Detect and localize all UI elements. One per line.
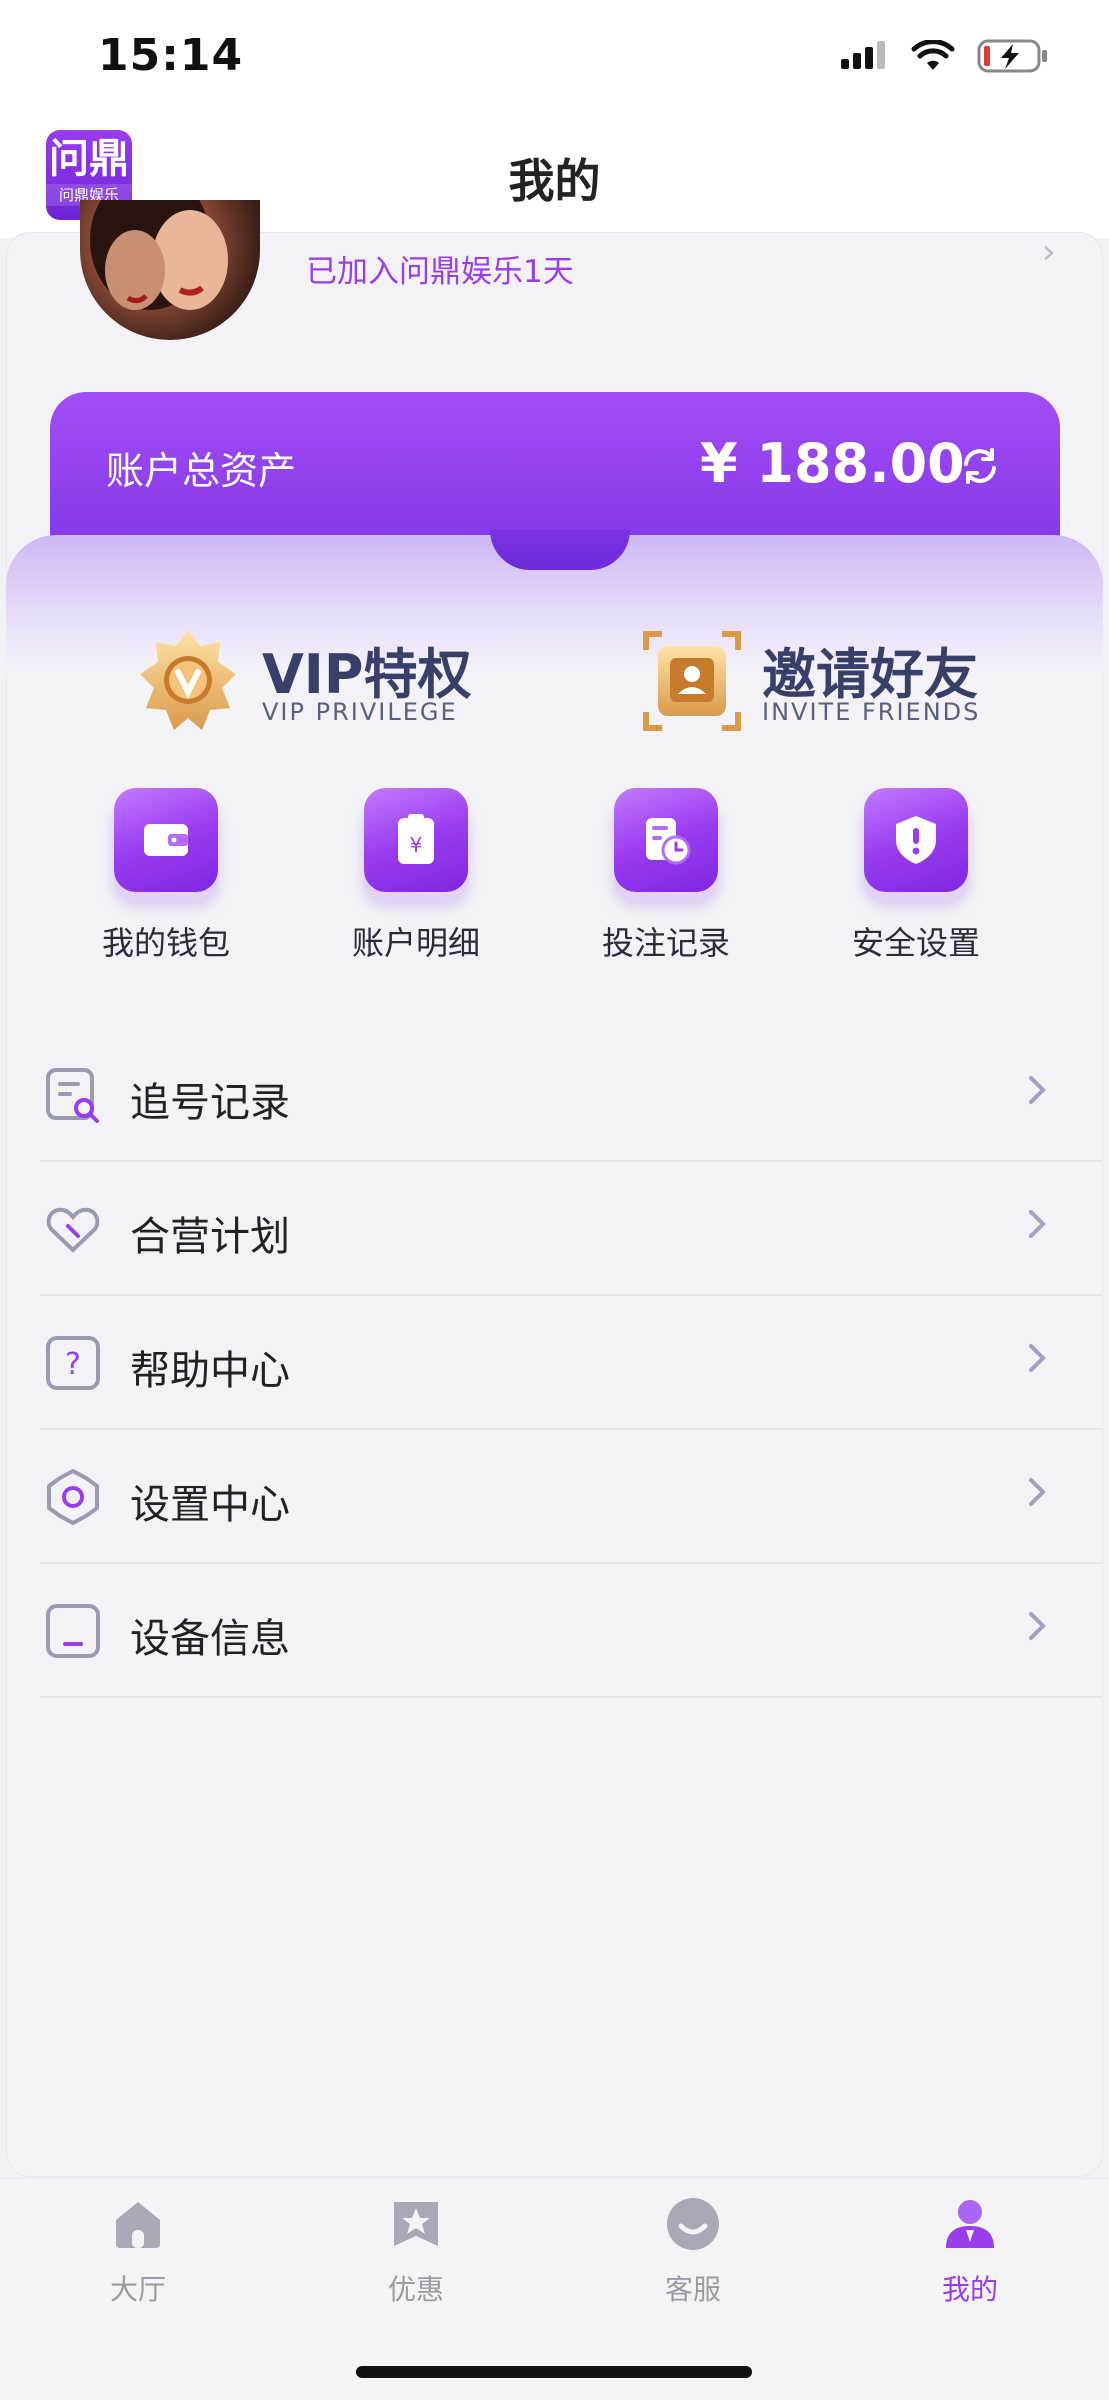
svg-text:?: ?: [65, 1347, 81, 1382]
invite-friends-subtitle: INVITE FRIENDS: [762, 698, 981, 726]
tab-promotions[interactable]: 优惠: [336, 2196, 496, 2308]
status-time: 15:14: [98, 30, 244, 81]
gear-icon: [47, 1469, 99, 1525]
menu-label: 合营计划: [130, 1214, 290, 1260]
tab-label: 大厅: [109, 2273, 166, 2306]
search-record-icon: [46, 1068, 99, 1123]
bill-icon: ¥: [364, 788, 468, 892]
menu-item-chase-record[interactable]: 追号记录: [40, 1028, 1103, 1162]
invite-friends-icon[interactable]: [640, 628, 744, 734]
quick-action-bet-record[interactable]: 投注记录: [566, 788, 766, 964]
menu-label: 追号记录: [130, 1080, 290, 1126]
quick-action-account-detail[interactable]: ¥ 账户明细: [316, 788, 516, 964]
refresh-icon[interactable]: [958, 444, 1002, 488]
menu-label: 帮助中心: [130, 1348, 290, 1394]
asset-label: 账户总资产: [106, 449, 297, 493]
quick-action-security[interactable]: 安全设置: [816, 788, 1016, 964]
tab-label: 我的: [941, 2273, 998, 2306]
menu-label: 设备信息: [130, 1616, 290, 1662]
tab-lobby[interactable]: 大厅: [58, 2196, 218, 2308]
chevron-right-icon: [1029, 1076, 1046, 1104]
menu-label: 设置中心: [130, 1482, 290, 1528]
menu-item-device-info[interactable]: 设备信息: [40, 1564, 1103, 1698]
chevron-right-icon: [1029, 1210, 1046, 1238]
chevron-right-icon: [1029, 1344, 1046, 1372]
menu-item-help-center[interactable]: ? 帮助中心: [40, 1296, 1103, 1430]
help-icon: ?: [46, 1336, 100, 1390]
svg-text:¥: ¥: [410, 833, 423, 857]
tab-mine[interactable]: 我的: [890, 2196, 1050, 2308]
quick-action-label: 安全设置: [851, 924, 980, 962]
menu-item-partnership-plan[interactable]: 合营计划: [40, 1162, 1103, 1296]
tab-label: 客服: [664, 2273, 721, 2306]
chevron-right-icon: [1029, 1612, 1046, 1640]
handshake-icon: [46, 1207, 100, 1253]
profile-chevron-icon[interactable]: ›: [1042, 232, 1056, 272]
bet-record-icon: [614, 788, 718, 892]
asset-value: ¥ 188.00: [700, 432, 965, 495]
user-icon: [946, 2200, 994, 2248]
quick-action-label: 我的钱包: [101, 924, 230, 962]
quick-action-label: 投注记录: [601, 924, 730, 962]
joined-days-text: 已加入问鼎娱乐1天: [306, 254, 574, 290]
battery-icon: [977, 39, 1047, 73]
wallet-icon: [114, 788, 218, 892]
vip-privilege-subtitle: VIP PRIVILEGE: [262, 698, 458, 726]
status-icons: [839, 38, 1049, 74]
quick-action-wallet[interactable]: 我的钱包: [66, 788, 266, 964]
menu-item-settings-center[interactable]: 设置中心: [40, 1430, 1103, 1564]
banner-notch: [490, 530, 630, 570]
quick-action-label: 账户明细: [351, 924, 480, 962]
home-indicator: [356, 2366, 752, 2378]
home-icon: [116, 2202, 160, 2248]
wifi-icon: [911, 40, 955, 70]
smile-icon: [667, 2198, 719, 2250]
tab-label: 优惠: [387, 2273, 444, 2306]
signal-icon: [841, 41, 885, 69]
shield-icon: [864, 788, 968, 892]
star-bookmark-icon: [394, 2202, 438, 2246]
tab-customer-service[interactable]: 客服: [613, 2196, 773, 2308]
vip-badge-icon[interactable]: [138, 628, 238, 734]
device-icon: [46, 1604, 100, 1658]
chevron-right-icon: [1029, 1478, 1046, 1506]
